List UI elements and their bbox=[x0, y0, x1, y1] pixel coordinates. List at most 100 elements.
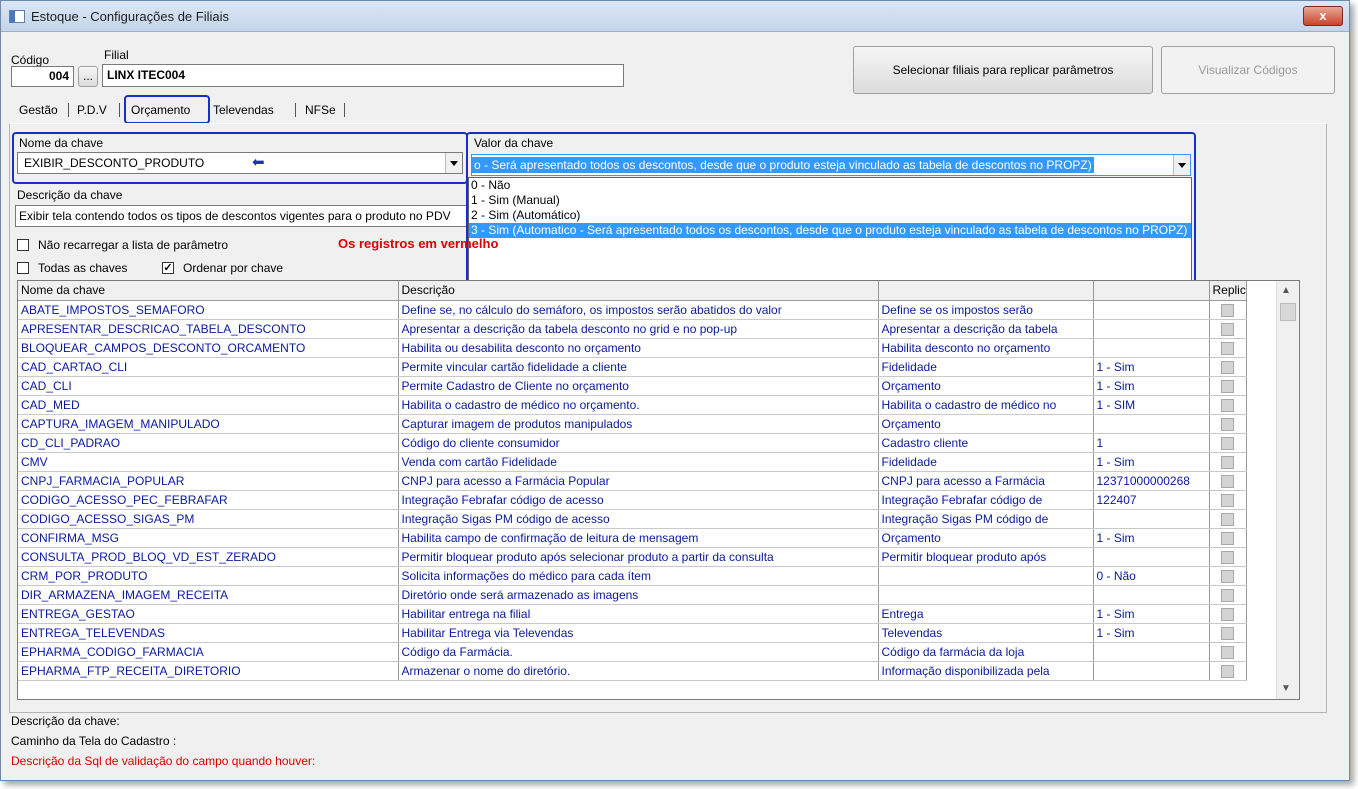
replic-checkbox[interactable] bbox=[1221, 398, 1234, 412]
cell-value[interactable]: 1 - Sim bbox=[1093, 357, 1210, 377]
cell-key-name[interactable]: CNPJ_FARMACIA_POPULAR bbox=[18, 471, 399, 491]
cell-group[interactable]: Orçamento bbox=[878, 528, 1094, 548]
replicate-branches-button[interactable]: Selecionar filiais para replicar parâmet… bbox=[853, 46, 1153, 94]
cell-replic[interactable] bbox=[1209, 338, 1247, 358]
key-description-field[interactable]: Exibir tela contendo todos os tipos de d… bbox=[15, 205, 475, 227]
cell-group[interactable]: Permitir bloquear produto após bbox=[878, 547, 1094, 567]
cell-group[interactable]: Habilita desconto no orçamento bbox=[878, 338, 1094, 358]
cell-key-name[interactable]: CAPTURA_IMAGEM_MANIPULADO bbox=[18, 414, 399, 434]
cell-description[interactable]: Armazenar o nome do diretório. bbox=[398, 661, 879, 681]
cell-key-name[interactable]: BLOQUEAR_CAMPOS_DESCONTO_ORCAMENTO bbox=[18, 338, 399, 358]
scroll-down-icon[interactable]: ▼ bbox=[1281, 683, 1291, 694]
cell-value[interactable] bbox=[1093, 414, 1210, 434]
replic-checkbox[interactable] bbox=[1221, 341, 1234, 355]
cell-description[interactable]: CNPJ para acesso a Farmácia Popular bbox=[398, 471, 879, 491]
cell-value[interactable] bbox=[1093, 319, 1210, 339]
no-reload-checkbox[interactable] bbox=[17, 239, 29, 251]
cell-replic[interactable] bbox=[1209, 642, 1247, 662]
table-row[interactable]: DIR_ARMAZENA_IMAGEM_RECEITA Diretório ond… bbox=[18, 585, 1247, 605]
cell-replic[interactable] bbox=[1209, 376, 1247, 396]
column-header-description[interactable]: Descrição bbox=[398, 281, 879, 301]
table-row[interactable]: CRM_POR_PRODUTO Solicita informações do m… bbox=[18, 566, 1247, 586]
cell-value[interactable]: 1 - Sim bbox=[1093, 623, 1210, 643]
scroll-up-icon[interactable]: ▲ bbox=[1281, 285, 1291, 296]
cell-key-name[interactable]: ABATE_IMPOSTOS_SEMAFORO bbox=[18, 300, 399, 320]
cell-group[interactable] bbox=[878, 585, 1094, 605]
cell-group[interactable]: Entrega bbox=[878, 604, 1094, 624]
filial-field[interactable]: LINX ITEC004 bbox=[102, 64, 624, 87]
cell-replic[interactable] bbox=[1209, 509, 1247, 529]
view-codes-button[interactable]: Visualizar Códigos bbox=[1161, 46, 1335, 94]
order-by-key-checkbox[interactable]: ✓ bbox=[162, 262, 174, 274]
cell-key-name[interactable]: CD_CLI_PADRAO bbox=[18, 433, 399, 453]
cell-description[interactable]: Habilita ou desabilita desconto no orçam… bbox=[398, 338, 879, 358]
cell-group[interactable]: Fidelidade bbox=[878, 452, 1094, 472]
cell-description[interactable]: Integração Febrafar código de acesso bbox=[398, 490, 879, 510]
cell-group[interactable]: Cadastro cliente bbox=[878, 433, 1094, 453]
replic-checkbox[interactable] bbox=[1221, 360, 1234, 374]
cell-group[interactable]: CNPJ para acesso a Farmácia bbox=[878, 471, 1094, 491]
tab-gestao[interactable]: Gestão bbox=[19, 99, 58, 121]
replic-checkbox[interactable] bbox=[1221, 512, 1234, 526]
cell-description[interactable]: Habilita campo de confirmação de leitura… bbox=[398, 528, 879, 548]
cell-value[interactable] bbox=[1093, 300, 1210, 320]
cell-replic[interactable] bbox=[1209, 490, 1247, 510]
cell-description[interactable]: Permitir bloquear produto após seleciona… bbox=[398, 547, 879, 567]
cell-value[interactable] bbox=[1093, 547, 1210, 567]
cell-replic[interactable] bbox=[1209, 547, 1247, 567]
cell-value[interactable] bbox=[1093, 661, 1210, 681]
column-header-4[interactable] bbox=[1093, 281, 1210, 301]
cell-replic[interactable] bbox=[1209, 623, 1247, 643]
replic-checkbox[interactable] bbox=[1221, 474, 1234, 488]
cell-value[interactable] bbox=[1093, 642, 1210, 662]
cell-value[interactable]: 12371000000268 bbox=[1093, 471, 1210, 491]
table-row[interactable]: EPHARMA_FTP_RECEITA_DIRETORIO Armazenar o… bbox=[18, 661, 1247, 681]
cell-group[interactable]: Orçamento bbox=[878, 376, 1094, 396]
table-row[interactable]: CAPTURA_IMAGEM_MANIPULADO Capturar imagem… bbox=[18, 414, 1247, 434]
cell-key-name[interactable]: EPHARMA_CODIGO_FARMACIA bbox=[18, 642, 399, 662]
cell-replic[interactable] bbox=[1209, 471, 1247, 491]
table-row[interactable]: ENTREGA_GESTAO Habilitar entrega na filia… bbox=[18, 604, 1247, 624]
cell-key-name[interactable]: CMV bbox=[18, 452, 399, 472]
cell-replic[interactable] bbox=[1209, 585, 1247, 605]
cell-replic[interactable] bbox=[1209, 566, 1247, 586]
cell-value[interactable]: 1 - Sim bbox=[1093, 604, 1210, 624]
replic-checkbox[interactable] bbox=[1221, 550, 1234, 564]
table-row[interactable]: ENTREGA_TELEVENDAS Habilitar Entrega via … bbox=[18, 623, 1247, 643]
tab-televendas[interactable]: Televendas bbox=[213, 99, 274, 121]
replic-checkbox[interactable] bbox=[1221, 455, 1234, 469]
replic-checkbox[interactable] bbox=[1221, 417, 1234, 431]
cell-key-name[interactable]: ENTREGA_TELEVENDAS bbox=[18, 623, 399, 643]
cell-value[interactable] bbox=[1093, 509, 1210, 529]
cell-key-name[interactable]: CODIGO_ACESSO_SIGAS_PM bbox=[18, 509, 399, 529]
cell-group[interactable]: Integração Sigas PM código de bbox=[878, 509, 1094, 529]
table-row[interactable]: BLOQUEAR_CAMPOS_DESCONTO_ORCAMENTO Habili… bbox=[18, 338, 1247, 358]
cell-group[interactable]: Habilita o cadastro de médico no bbox=[878, 395, 1094, 415]
all-keys-checkbox[interactable] bbox=[17, 262, 29, 274]
cell-description[interactable]: Define se, no cálculo do semáforo, os im… bbox=[398, 300, 879, 320]
table-row[interactable]: ABATE_IMPOSTOS_SEMAFORO Define se, no cál… bbox=[18, 300, 1247, 320]
cell-description[interactable]: Integração Sigas PM código de acesso bbox=[398, 509, 879, 529]
table-row[interactable]: APRESENTAR_DESCRICAO_TABELA_DESCONTO Apre… bbox=[18, 319, 1247, 339]
cell-key-name[interactable]: CAD_MED bbox=[18, 395, 399, 415]
cell-key-name[interactable]: CAD_CARTAO_CLI bbox=[18, 357, 399, 377]
cell-description[interactable]: Venda com cartão Fidelidade bbox=[398, 452, 879, 472]
table-row[interactable]: CODIGO_ACESSO_PEC_FEBRAFAR Integração Feb… bbox=[18, 490, 1247, 510]
cell-replic[interactable] bbox=[1209, 604, 1247, 624]
grid-scrollbar[interactable]: ▲ ▼ bbox=[1276, 281, 1299, 699]
cell-key-name[interactable]: CRM_POR_PRODUTO bbox=[18, 566, 399, 586]
replic-checkbox[interactable] bbox=[1221, 531, 1234, 545]
cell-replic[interactable] bbox=[1209, 300, 1247, 320]
cell-description[interactable]: Habilita o cadastro de médico no orçamen… bbox=[398, 395, 879, 415]
cell-key-name[interactable]: APRESENTAR_DESCRICAO_TABELA_DESCONTO bbox=[18, 319, 399, 339]
column-header-3[interactable] bbox=[878, 281, 1094, 301]
cell-replic[interactable] bbox=[1209, 433, 1247, 453]
cell-replic[interactable] bbox=[1209, 357, 1247, 377]
cell-description[interactable]: Apresentar a descrição da tabela descont… bbox=[398, 319, 879, 339]
cell-value[interactable]: 0 - Não bbox=[1093, 566, 1210, 586]
cell-key-name[interactable]: CODIGO_ACESSO_PEC_FEBRAFAR bbox=[18, 490, 399, 510]
replic-checkbox[interactable] bbox=[1221, 664, 1234, 678]
cell-replic[interactable] bbox=[1209, 661, 1247, 681]
replic-checkbox[interactable] bbox=[1221, 322, 1234, 336]
cell-group[interactable] bbox=[878, 566, 1094, 586]
